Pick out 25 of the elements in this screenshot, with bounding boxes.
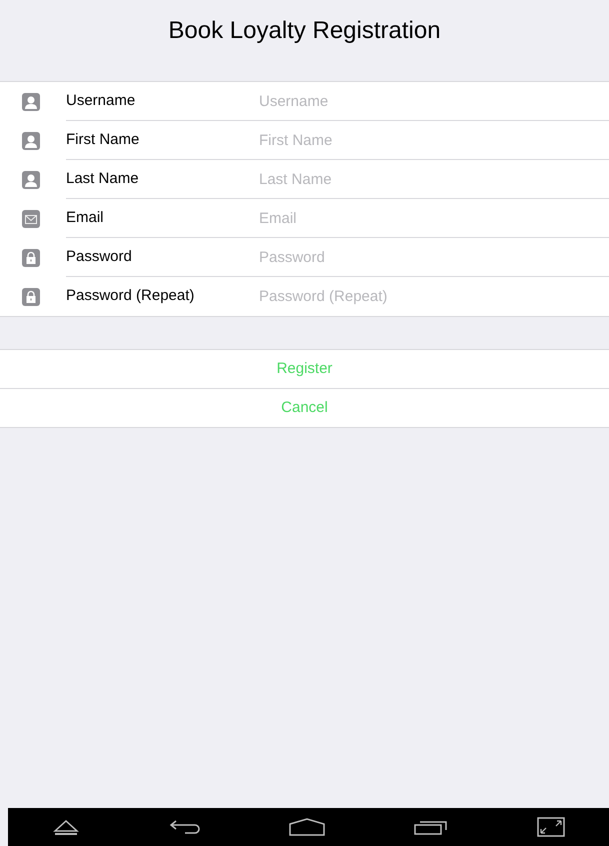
input-field[interactable]: Password (Repeat) — [259, 277, 609, 316]
field-label: Username — [66, 90, 136, 111]
home-icon[interactable] — [289, 818, 326, 836]
input-field[interactable]: Username — [259, 82, 609, 120]
field-label: Email — [66, 208, 105, 228]
resize-icon[interactable] — [536, 817, 565, 837]
padlock-icon — [22, 288, 40, 306]
field-label: Password (Repeat) — [66, 286, 196, 306]
envelope-icon — [22, 210, 40, 228]
field-label: First Name — [66, 130, 140, 150]
input-field[interactable]: Last Name — [259, 160, 609, 198]
person-icon — [22, 170, 40, 188]
action-button[interactable]: Cancel — [265, 389, 344, 427]
up-icon[interactable] — [52, 818, 80, 836]
back-icon[interactable] — [168, 819, 201, 835]
person-icon — [22, 132, 40, 150]
person-icon — [22, 92, 40, 110]
input-field[interactable]: First Name — [259, 121, 609, 159]
field-label: Password — [66, 246, 133, 267]
field-label: Last Name — [66, 168, 140, 189]
padlock-icon — [22, 248, 40, 266]
page-title: Book Loyalty Registration — [168, 16, 441, 46]
input-field[interactable]: Email — [259, 199, 609, 237]
input-field[interactable]: Password — [259, 238, 609, 276]
action-button[interactable]: Register — [260, 350, 348, 388]
